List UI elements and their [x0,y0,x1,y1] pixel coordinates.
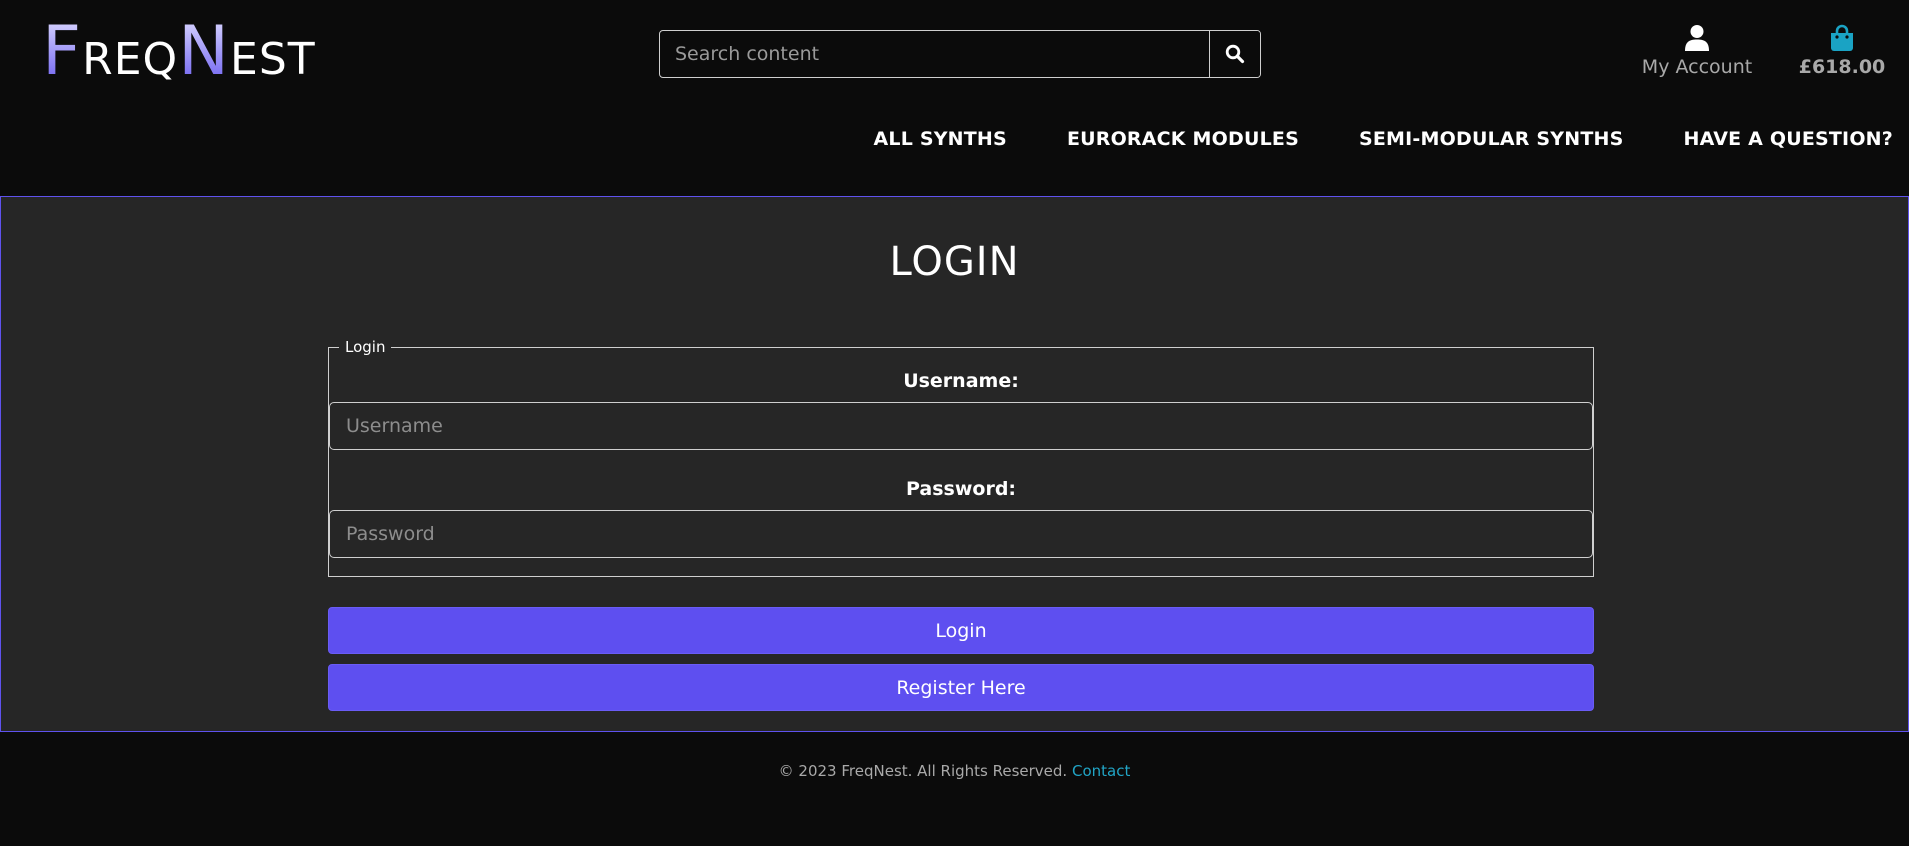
main-nav: ALL SYNTHS EURORACK MODULES SEMI-MODULAR… [814,128,1894,150]
user-icon [1685,25,1709,51]
search-button[interactable] [1209,31,1260,77]
shopping-bag-icon [1831,24,1853,51]
my-account-label: My Account [1641,56,1753,78]
nav-item-all-synths[interactable]: ALL SYNTHS [874,128,1007,150]
login-form: Login Username: Password: Login Register… [328,338,1594,711]
login-fieldset: Login Username: Password: [328,338,1594,577]
basket-link[interactable]: £618.00 [1795,24,1889,78]
nav-item-have-a-question[interactable]: HAVE A QUESTION? [1684,128,1893,150]
fieldset-legend: Login [345,338,386,356]
search-icon [1225,44,1245,64]
field-spacer [329,450,1593,474]
site-footer: © 2023 FreqNest. All Rights Reserved. Co… [0,762,1909,780]
my-account-link[interactable]: My Account [1640,24,1754,78]
nav-item-semi-modular-synths[interactable]: SEMI-MODULAR SYNTHS [1359,128,1624,150]
nav-item-eurorack-modules[interactable]: EURORACK MODULES [1067,128,1299,150]
password-label: Password: [905,478,1017,500]
login-button[interactable]: Login [328,607,1594,654]
logo-text-req: REQ [82,34,179,85]
site-header: F REQ N EST My Account £618.00 ALL SYNT [0,0,1909,196]
logo-letter-f: F [42,12,83,91]
contact-link[interactable]: Contact [1072,762,1130,780]
page-title: LOGIN [889,239,1020,285]
search-input[interactable] [660,31,1209,77]
basket-total: £618.00 [1798,56,1886,78]
login-panel: LOGIN Login Username: Password: Login Re… [0,196,1909,732]
logo-text-est: EST [230,34,316,85]
copyright-text: © 2023 FreqNest. All Rights Reserved. [778,762,1068,780]
search-bar [659,30,1261,78]
username-field[interactable] [329,402,1593,450]
register-button[interactable]: Register Here [328,664,1594,711]
password-field[interactable] [329,510,1593,558]
brand-logo[interactable]: F REQ N EST [42,18,316,90]
username-label: Username: [903,370,1019,392]
logo-letter-n: N [178,12,231,91]
